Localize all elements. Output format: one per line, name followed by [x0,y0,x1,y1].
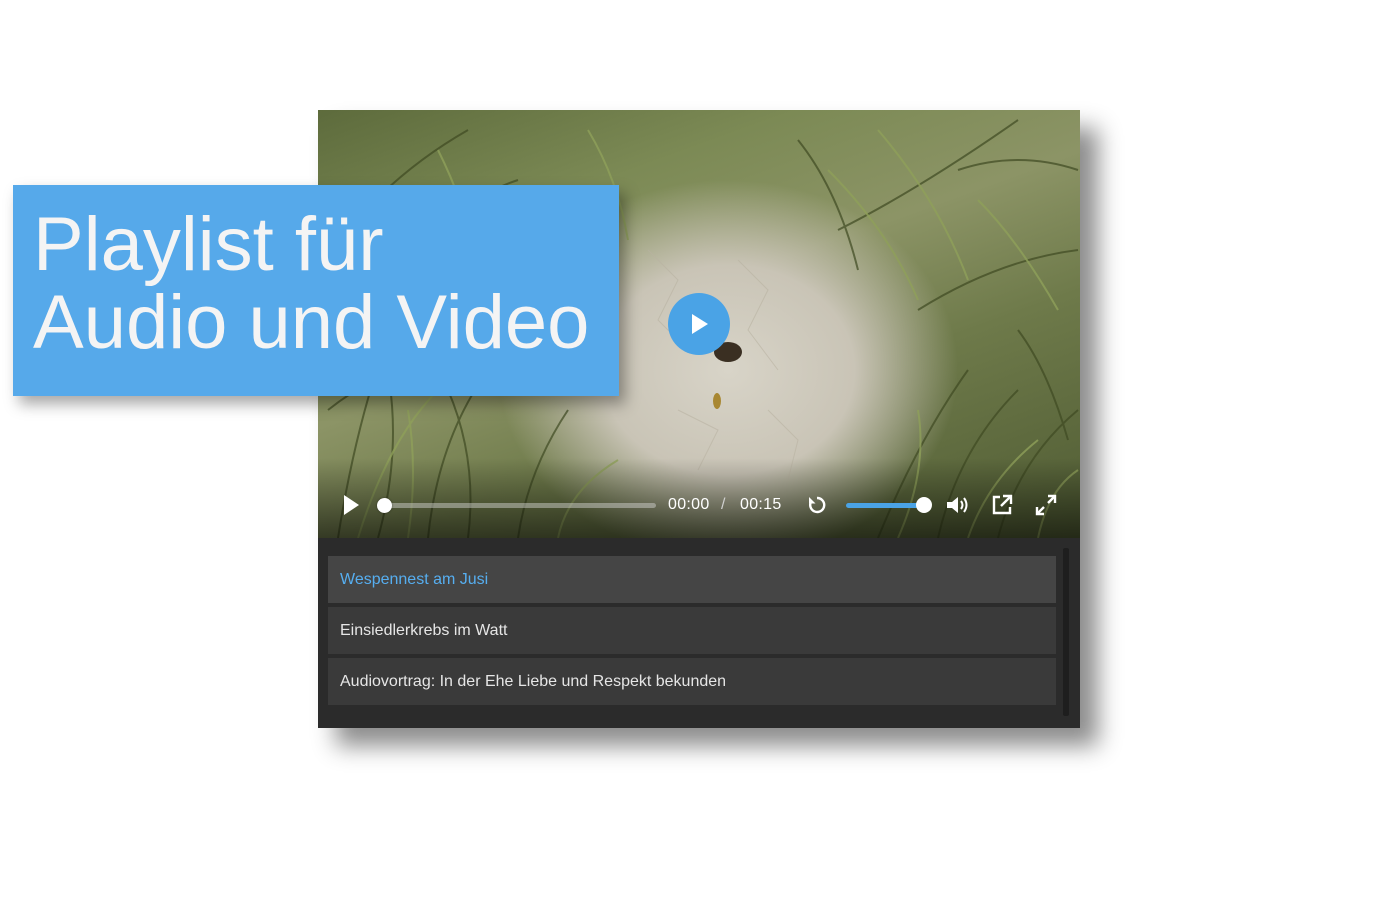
speaker-icon [947,497,968,513]
playlist-item-audiovortrag[interactable]: Audiovortrag: In der Ehe Liebe und Respe… [328,658,1056,705]
restart-icon [809,496,826,514]
current-time: 00:00 [668,496,710,513]
playlist-item-einsiedlerkrebs[interactable]: Einsiedlerkrebs im Watt [328,607,1056,654]
restart-button[interactable] [804,485,830,525]
title-banner: Playlist für Audio und Video [13,185,619,396]
volume-slider[interactable] [846,503,924,508]
volume-handle[interactable] [916,497,932,513]
duration-time: 00:15 [740,496,782,513]
external-link-icon [992,494,1013,515]
fullscreen-button[interactable] [1033,485,1059,525]
banner-title-line-2: Audio und Video [33,280,590,365]
control-bar: 00:00 / 00:15 [318,485,1080,525]
time-separator: / [721,496,726,513]
play-icon [692,314,708,334]
play-button[interactable] [338,485,364,525]
play-icon [344,495,359,515]
seek-handle[interactable] [376,498,392,513]
seek-bar[interactable] [384,503,656,508]
playlist-items: Wespennest am Jusi Einsiedlerkrebs im Wa… [328,556,1056,709]
popout-button[interactable] [989,485,1015,525]
page: 00:00 / 00:15 Wespennest am Jusi Einsied… [0,0,1400,900]
playlist: Wespennest am Jusi Einsiedlerkrebs im Wa… [318,538,1080,728]
playlist-scrollbar[interactable] [1063,548,1069,716]
playlist-item-wespennest[interactable]: Wespennest am Jusi [328,556,1056,603]
big-play-button[interactable] [668,293,730,355]
banner-title-line-1: Playlist für [33,202,384,287]
fullscreen-icon [1035,494,1057,516]
mute-button[interactable] [944,485,972,525]
